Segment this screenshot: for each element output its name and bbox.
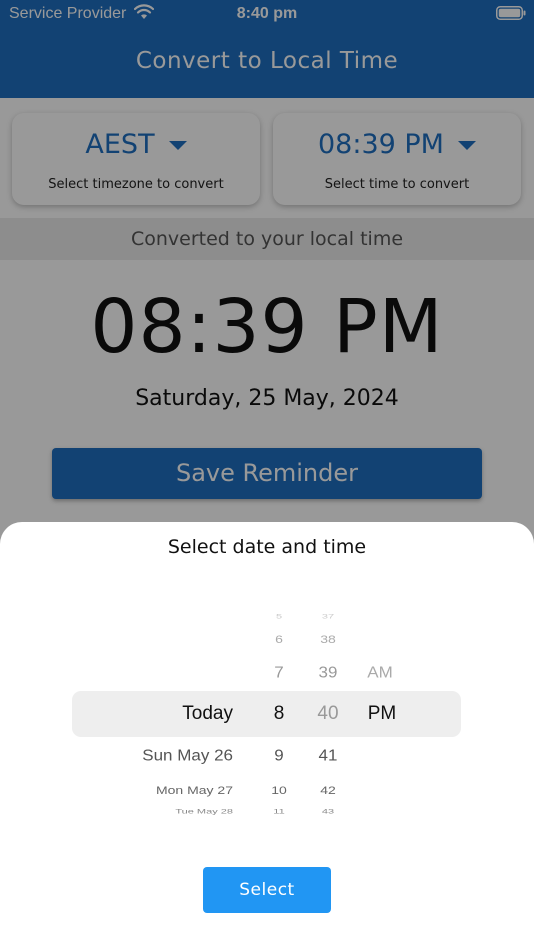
picker-minute-option[interactable]: 41 <box>288 747 368 765</box>
picker-date-option[interactable]: Mon May 27 <box>156 784 233 797</box>
picker-date-option[interactable]: Tue May 28 <box>175 809 233 816</box>
picker-minute-option[interactable]: 38 <box>288 633 368 646</box>
picker-ampm-option[interactable]: PM <box>342 703 422 725</box>
picker-minute-option[interactable]: 37 <box>288 614 368 621</box>
picker-ampm-option[interactable]: AM <box>340 664 420 682</box>
picker-minute-option[interactable]: 43 <box>288 809 368 816</box>
picker-date-option[interactable]: Sun May 26 <box>142 747 233 765</box>
picker-date-option[interactable]: Today <box>182 703 233 725</box>
date-time-picker-sheet: Select date and time Today Sun May 26 Mon … <box>0 522 534 950</box>
picker-minute-option[interactable]: 42 <box>288 784 368 797</box>
select-button[interactable]: Select <box>203 867 331 913</box>
sheet-title: Select date and time <box>167 536 367 558</box>
